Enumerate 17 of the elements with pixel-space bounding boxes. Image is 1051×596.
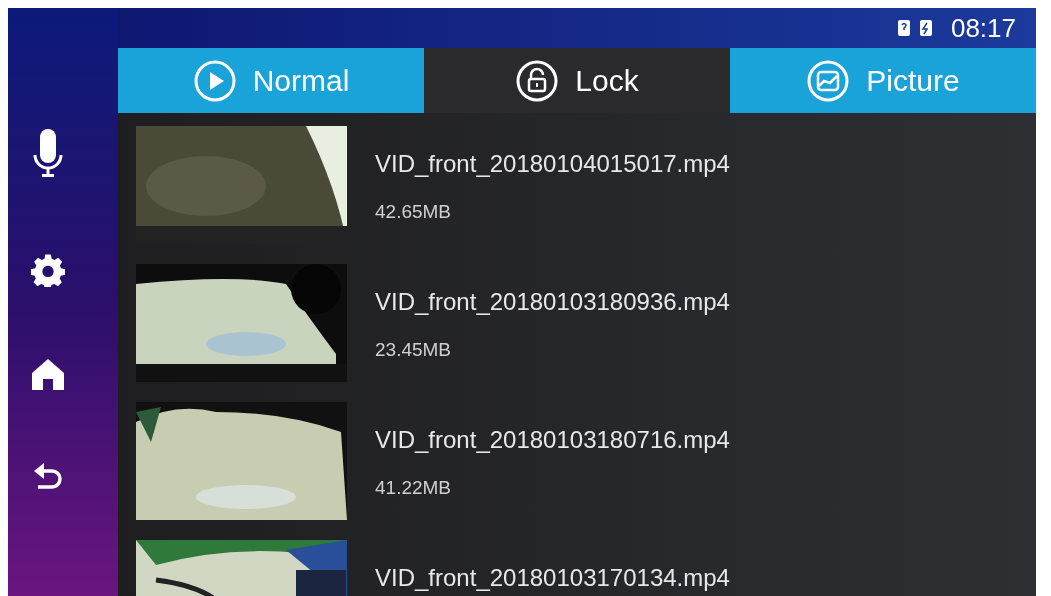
settings-icon[interactable] [31,253,65,287]
file-size: 23.45MB [375,338,453,362]
file-size: 42.65MB [375,200,453,224]
file-name: VID_front_20180103170134.mp4 [375,563,730,593]
file-name: VID_front_20180103180716.mp4 [375,425,730,455]
tab[interactable]: Normal [118,48,424,113]
tab[interactable]: Picture [730,48,1036,113]
file-size: 41.22MB [375,476,453,500]
play-icon [192,58,237,103]
lock-icon [515,58,560,103]
sim-icons [896,19,935,37]
home-icon[interactable] [31,357,65,391]
tab[interactable]: Lock [424,48,730,113]
clock: 08:17 [950,11,1016,45]
image-icon [806,58,851,103]
file-name: VID_front_20180104015017.mp4 [375,149,730,179]
file-name: VID_front_20180103180936.mp4 [375,287,730,317]
